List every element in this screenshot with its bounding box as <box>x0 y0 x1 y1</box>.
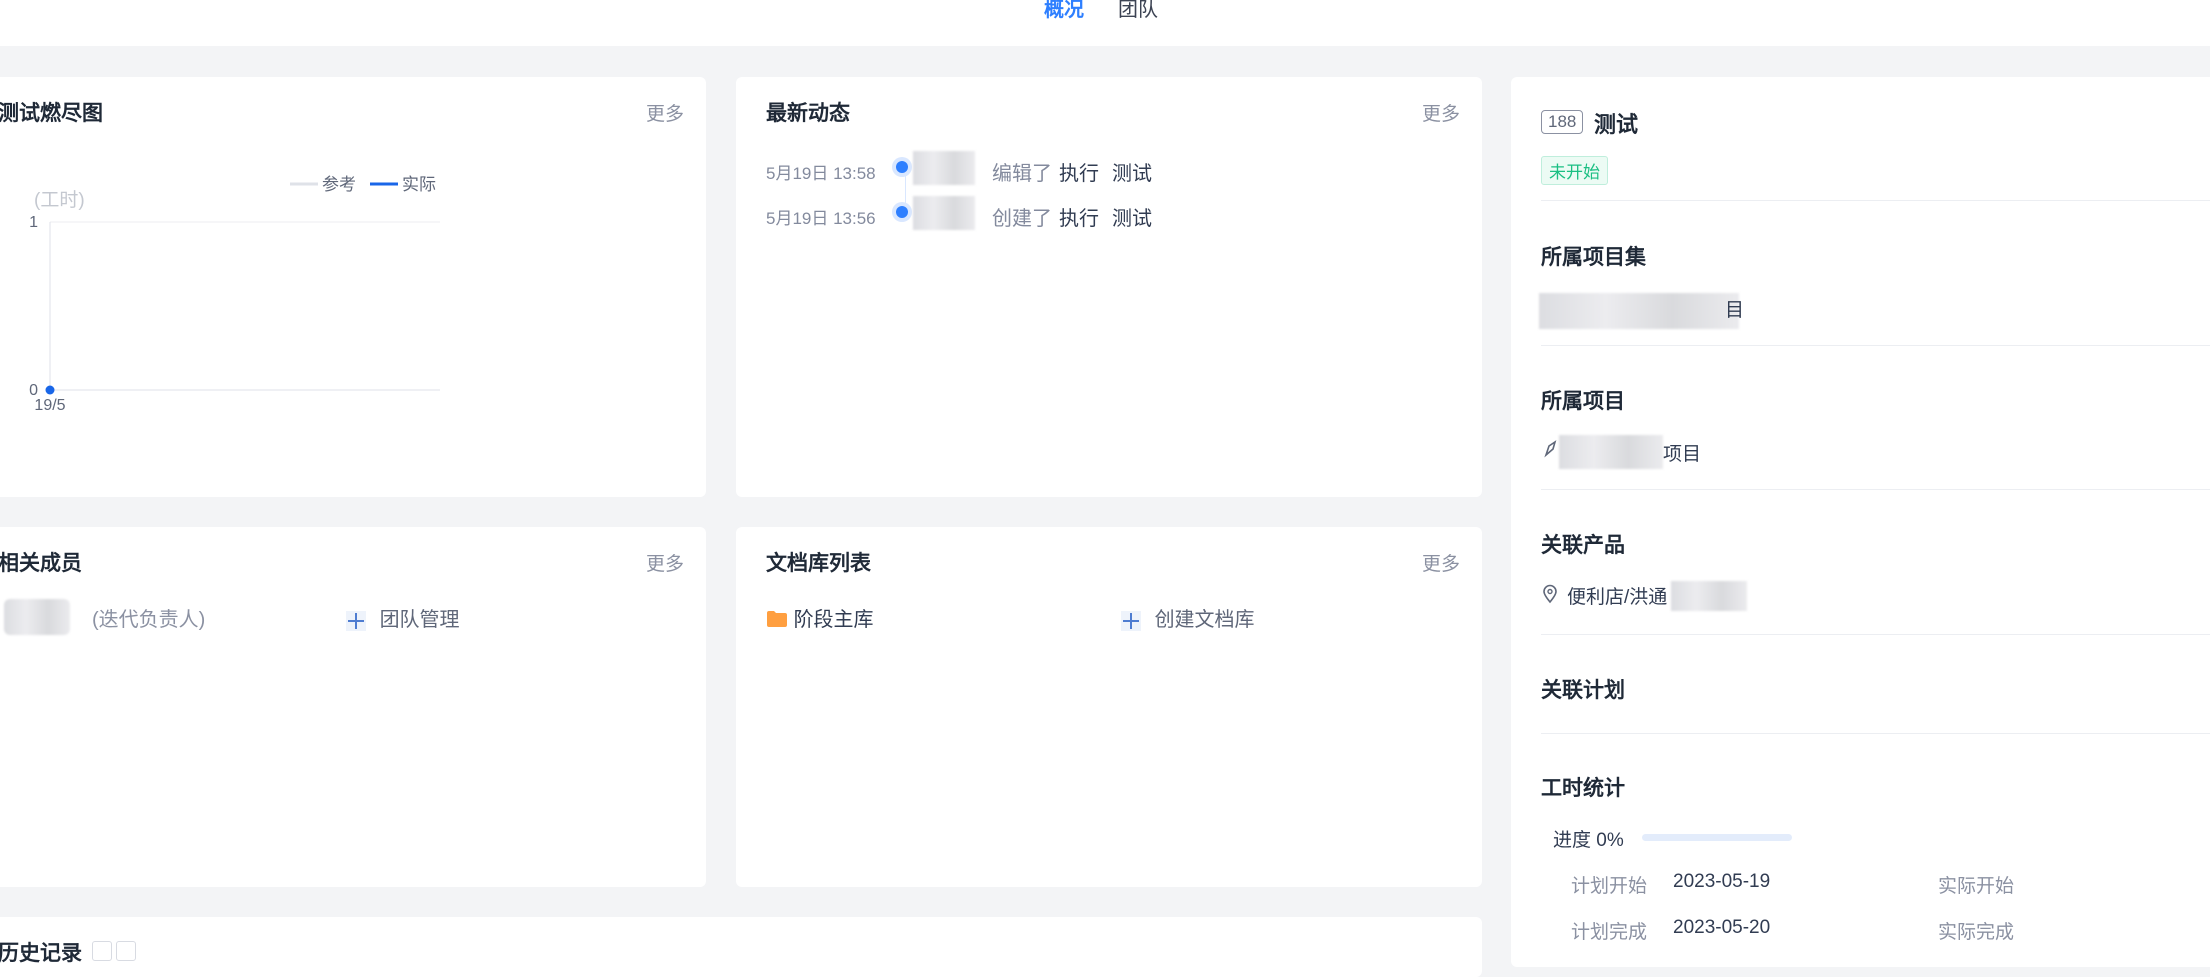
divider <box>1541 489 2210 490</box>
dynamic-action: 创建了 <box>992 208 1052 230</box>
plan-end-value: 2023-05-20 <box>1673 917 1771 938</box>
burndown-chart: (工时)1019/5参考 实际 <box>29 175 440 414</box>
plan-start-value: 2023-05-19 <box>1673 871 1771 892</box>
history-panel: 历史记录 <box>0 917 1482 977</box>
team-manage-button[interactable]: 团队管理 <box>346 603 460 632</box>
dynamic-object-type: 执行 <box>1059 208 1099 230</box>
plus-icon <box>346 610 366 631</box>
y-axis-label: (工时) <box>34 189 85 211</box>
folder-icon <box>767 611 787 627</box>
divider <box>1541 200 2210 201</box>
x-tick-label: 19/5 <box>34 397 65 414</box>
plus-icon <box>1121 610 1141 631</box>
progress-bar <box>1642 834 1792 841</box>
burndown-more-link[interactable]: 更多 <box>646 99 684 126</box>
dynamic-object-link[interactable]: 测试 <box>1112 157 1152 186</box>
project-icon <box>1544 440 1557 458</box>
execution-info-panel: 188 测试 未开始 所属项目集 目 所属项目 项目 关联产品 便利店/洪通 关… <box>1511 77 2210 967</box>
timeline-dot-icon <box>896 206 908 218</box>
plan-start-label: 计划开始 <box>1571 876 1648 897</box>
expand-button[interactable] <box>116 941 136 961</box>
status-badge: 未开始 <box>1541 156 1608 185</box>
dynamics-title: 最新动态 <box>766 102 850 125</box>
members-panel: 相关成员 更多 (迭代负责人) 团队管理 <box>0 527 706 887</box>
doclib-item[interactable]: 阶段主库 <box>766 603 874 632</box>
tab-overview[interactable]: 概况 <box>1044 0 1084 22</box>
tab-team[interactable]: 团队 <box>1118 0 1158 22</box>
create-doclib-label: 创建文档库 <box>1154 609 1255 631</box>
blurred-user-name <box>913 151 975 185</box>
doclibs-panel: 文档库列表 更多 阶段主库 创建文档库 <box>736 527 1482 887</box>
doclibs-more-link[interactable]: 更多 <box>1422 549 1460 576</box>
y-tick-label: 1 <box>29 214 38 231</box>
owner-role-label: (迭代负责人) <box>92 609 206 631</box>
program-name-suffix: 目 <box>1725 300 1745 321</box>
legend-label: 参考 <box>322 175 356 194</box>
sort-asc-button[interactable] <box>92 941 112 961</box>
product-name[interactable]: 便利店/洪通 <box>1567 582 1667 609</box>
product-icon <box>1543 584 1557 604</box>
burndown-title: 测试燃尽图 <box>0 102 103 125</box>
plan-section-title: 关联计划 <box>1541 679 1625 702</box>
team-manage-label: 团队管理 <box>379 609 460 631</box>
execution-id-badge: 188 <box>1541 110 1584 134</box>
divider <box>1541 345 2210 346</box>
hours-section-title: 工时统计 <box>1541 777 1625 800</box>
dynamics-panel: 最新动态 更多 5月19日 13:58 编辑了 执行 测试 5月19日 13:5… <box>736 77 1482 497</box>
history-title: 历史记录 <box>0 942 82 965</box>
create-doclib-button[interactable]: 创建文档库 <box>1121 603 1255 632</box>
execution-name: 测试 <box>1594 112 1639 137</box>
data-point <box>45 385 55 395</box>
members-title: 相关成员 <box>0 552 82 575</box>
timeline-dot-icon <box>896 161 908 173</box>
project-section-title: 所属项目 <box>1541 390 1625 413</box>
blurred-project-name <box>1559 435 1663 469</box>
progress-label: 进度 0% <box>1553 830 1624 851</box>
doclib-name: 阶段主库 <box>793 609 874 631</box>
dynamic-time: 5月19日 13:56 <box>766 209 876 228</box>
divider <box>1541 634 2210 635</box>
divider <box>1541 733 2210 734</box>
project-name-suffix[interactable]: 项目 <box>1663 439 1701 466</box>
plan-end-label: 计划完成 <box>1571 922 1648 943</box>
dynamic-time: 5月19日 13:58 <box>766 164 876 183</box>
dynamic-object-type: 执行 <box>1059 163 1099 185</box>
blurred-member-avatar <box>4 599 70 635</box>
blurred-program-name <box>1539 293 1739 329</box>
product-section-title: 关联产品 <box>1541 534 1625 557</box>
dynamics-more-link[interactable]: 更多 <box>1422 99 1460 126</box>
burndown-panel: 测试燃尽图 更多 (工时) 1 0 19/5 参考 实际 <box>0 77 706 497</box>
doclibs-title: 文档库列表 <box>766 552 871 575</box>
legend-label: 实际 <box>402 175 436 194</box>
blurred-product-name <box>1671 581 1747 611</box>
real-start-label: 实际开始 <box>1938 876 2015 897</box>
real-end-label: 实际完成 <box>1938 922 2015 943</box>
dynamic-object-link[interactable]: 测试 <box>1112 202 1152 231</box>
blurred-user-name <box>913 196 975 230</box>
top-nav-bar: 概况 团队 <box>0 0 2210 46</box>
members-more-link[interactable]: 更多 <box>646 549 684 576</box>
program-section-title: 所属项目集 <box>1541 246 1646 269</box>
dynamic-action: 编辑了 <box>992 163 1052 185</box>
